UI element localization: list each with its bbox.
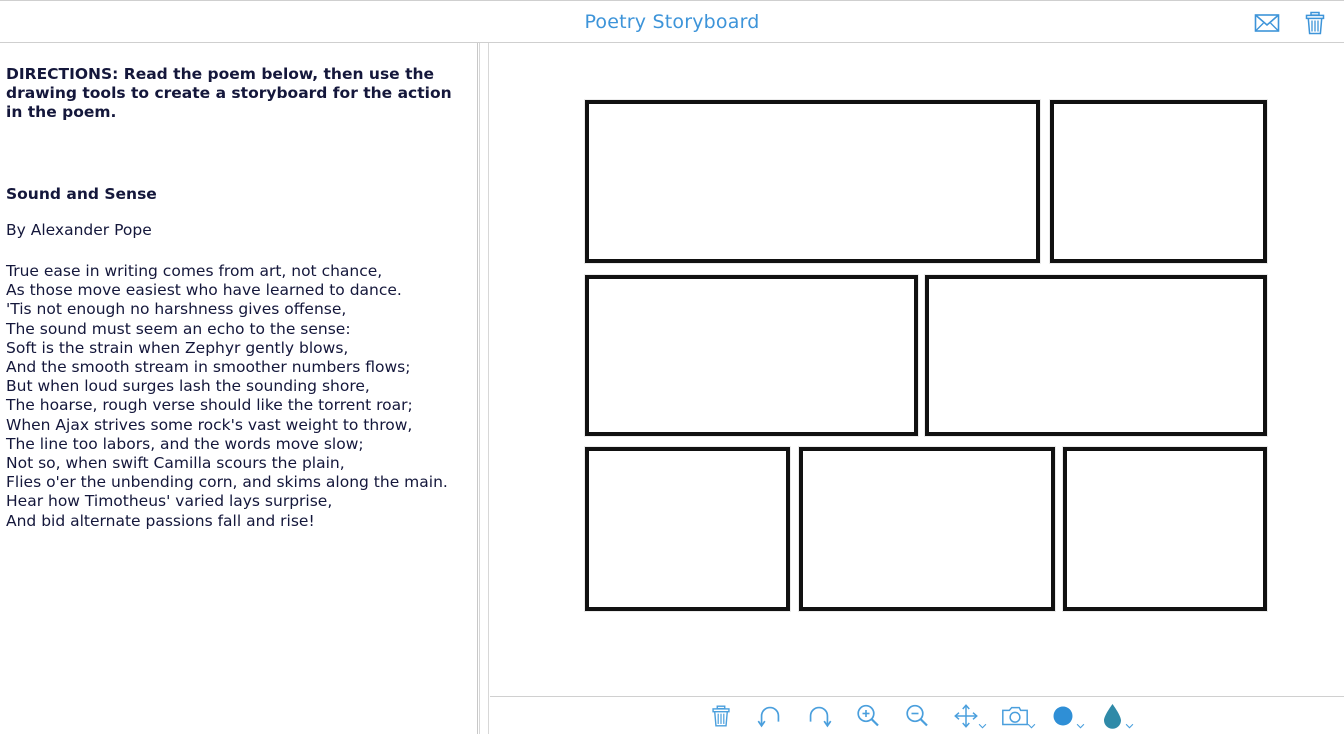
chevron-down-icon[interactable]: [1076, 723, 1085, 729]
chevron-down-icon[interactable]: [1027, 723, 1036, 729]
color-tool-button[interactable]: [1047, 699, 1081, 733]
directions-text: DIRECTIONS: Read the poem below, then us…: [6, 65, 465, 122]
poem-body: True ease in writing comes from art, not…: [6, 262, 465, 531]
storyboard-frame-6[interactable]: [799, 447, 1055, 611]
storyboard-frame-3[interactable]: [585, 275, 918, 436]
fill-tool-button[interactable]: [1096, 699, 1130, 733]
redo-tool-button[interactable]: [802, 699, 836, 733]
poetry-storyboard-app: Poetry Storyboard: [0, 0, 1344, 734]
poem-author: By Alexander Pope: [6, 220, 465, 240]
undo-tool-button[interactable]: [753, 699, 787, 733]
storyboard-canvas[interactable]: [490, 43, 1344, 697]
instructions-panel: DIRECTIONS: Read the poem below, then us…: [0, 43, 478, 734]
header-actions: [1252, 1, 1330, 44]
storyboard-frame-7[interactable]: [1063, 447, 1267, 611]
app-header: Poetry Storyboard: [0, 0, 1344, 43]
trash-icon[interactable]: [1300, 8, 1330, 38]
storyboard-frame-2[interactable]: [1050, 100, 1267, 263]
chevron-down-icon[interactable]: [978, 723, 987, 729]
camera-tool-button[interactable]: [998, 699, 1032, 733]
storyboard-frame-1[interactable]: [585, 100, 1040, 263]
panel-splitter[interactable]: [479, 43, 489, 734]
storyboard-frame-5[interactable]: [585, 447, 790, 611]
zoom-out-tool-button[interactable]: [900, 699, 934, 733]
page-title: Poetry Storyboard: [0, 1, 1344, 44]
delete-tool-button[interactable]: [704, 699, 738, 733]
mail-icon[interactable]: [1252, 8, 1282, 38]
poem-title: Sound and Sense: [6, 184, 465, 204]
move-tool-button[interactable]: [949, 699, 983, 733]
zoom-in-tool-button[interactable]: [851, 699, 885, 733]
drawing-panel: [490, 43, 1344, 734]
panel-spacer: [6, 122, 465, 184]
drawing-toolbar: [490, 697, 1344, 734]
chevron-down-icon[interactable]: [1125, 723, 1134, 729]
storyboard-frame-4[interactable]: [925, 275, 1267, 436]
